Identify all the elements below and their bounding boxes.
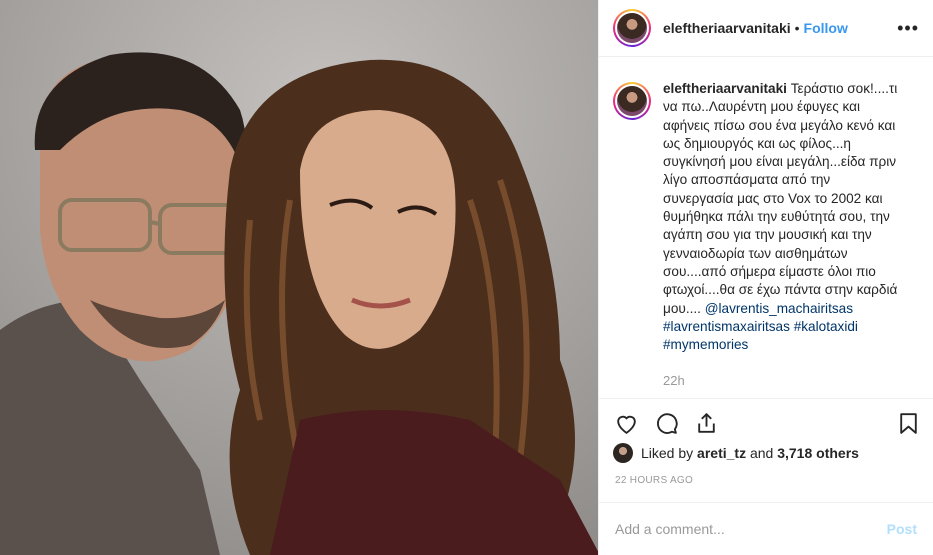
header-avatar[interactable] (613, 9, 651, 47)
hashtag-link[interactable]: #mymemories (663, 337, 748, 352)
post-comment-button[interactable]: Post (887, 521, 917, 537)
post-side-panel: eleftheriaarvanitaki • Follow ••• elefth… (598, 0, 933, 555)
caption-username-link[interactable]: eleftheriaarvanitaki (663, 81, 787, 96)
likes-summary: Liked by areti_tz and 3,718 others (613, 443, 859, 463)
comment-box: Post (599, 502, 933, 555)
caption-timestamp[interactable]: 22h (663, 372, 903, 390)
caption-text: Τεράστιο σοκ!....τι να πω..Λαυρέντη μου … (663, 81, 898, 316)
header-username-link[interactable]: eleftheriaarvanitaki (663, 20, 791, 36)
more-options-icon[interactable]: ••• (897, 19, 919, 37)
post-date[interactable]: 22 HOURS AGO (615, 475, 693, 486)
heart-icon[interactable] (613, 411, 639, 437)
mention-link[interactable]: @lavrentis_machairitsas (705, 301, 853, 316)
post-caption: eleftheriaarvanitaki Τεράστιο σοκ!....τι… (599, 58, 933, 398)
liker-username-link[interactable]: areti_tz (697, 445, 746, 461)
comment-input[interactable] (615, 521, 887, 537)
post-image (0, 0, 598, 555)
avatar (617, 86, 647, 116)
comment-icon[interactable] (653, 411, 679, 437)
likes-middle: and (749, 445, 774, 461)
post-photo[interactable] (0, 0, 598, 555)
avatar (617, 13, 647, 43)
caption-avatar[interactable] (613, 82, 651, 120)
follow-button[interactable]: Follow (804, 20, 848, 36)
hashtag-link[interactable]: #lavrentismaxairitsas (663, 319, 790, 334)
liker-avatar[interactable] (613, 443, 633, 463)
caption-body: eleftheriaarvanitaki Τεράστιο σοκ!....τι… (663, 80, 903, 398)
likes-prefix: Liked by (641, 445, 694, 461)
post-header: eleftheriaarvanitaki • Follow ••• (599, 0, 933, 57)
header-separator: • (794, 20, 800, 36)
share-icon[interactable] (693, 411, 719, 437)
action-bar (599, 398, 933, 448)
likes-count-link[interactable]: 3,718 others (777, 445, 859, 461)
bookmark-icon[interactable] (895, 411, 921, 437)
hashtag-link[interactable]: #kalotaxidi (794, 319, 858, 334)
